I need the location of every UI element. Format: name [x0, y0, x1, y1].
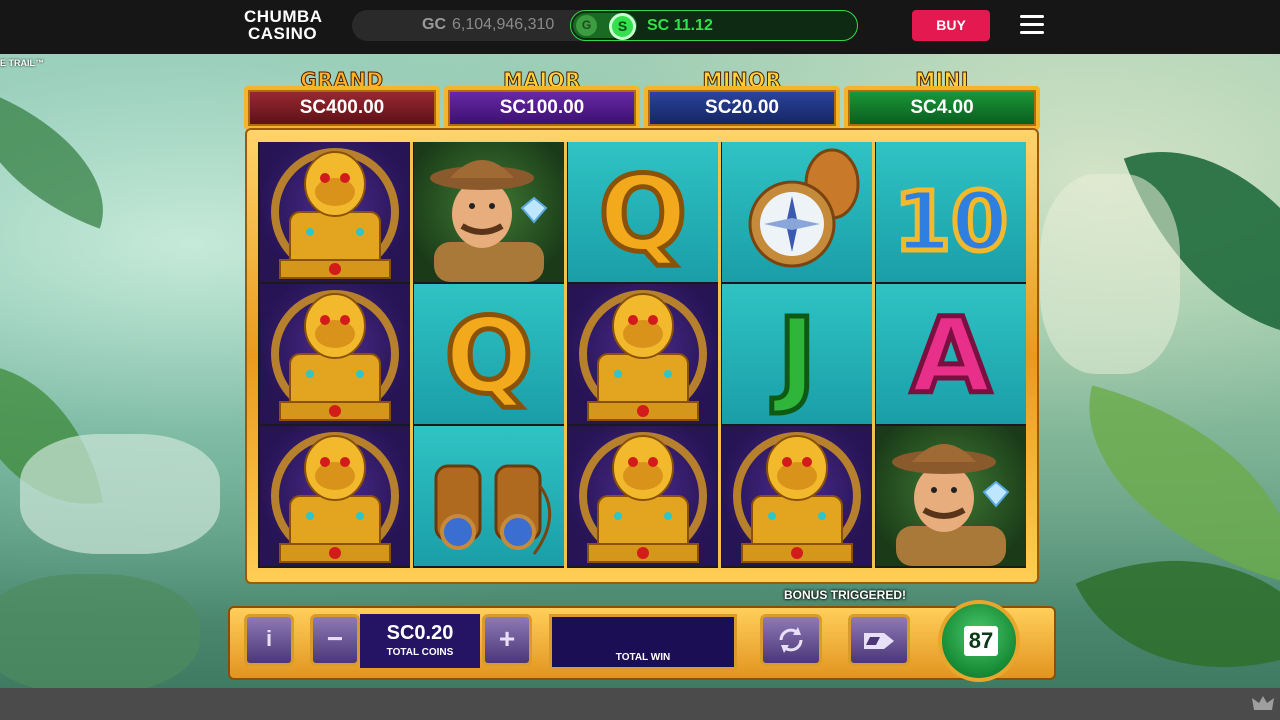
- reel-divider: [410, 142, 413, 568]
- reel-symbol-compass: [722, 142, 872, 282]
- reel-divider: [718, 142, 721, 568]
- total-coins-display: SC0.20 TOTAL COINS: [360, 614, 480, 668]
- reel-divider: [872, 142, 875, 568]
- sweeps-coin-icon: S: [609, 13, 636, 40]
- reel-symbol-J: J: [722, 284, 872, 424]
- jackpot-minor: MINOR SC20.00: [644, 68, 840, 130]
- balance-display: GC 6,104,946,310 G S SC 11.12: [352, 10, 858, 41]
- reel-symbol-Q: Q: [414, 284, 564, 424]
- reels-grid[interactable]: Q Q J 10 A: [258, 142, 1026, 568]
- reel-symbol-monkey-idol: [568, 426, 718, 566]
- turbo-icon: [864, 633, 894, 649]
- currency-toggle[interactable]: G S: [573, 13, 637, 40]
- sc-balance-text: SC 11.12: [647, 17, 713, 35]
- info-button[interactable]: i: [244, 614, 294, 666]
- binoculars-icon: [434, 464, 552, 555]
- bottom-bar: [0, 688, 1280, 720]
- reel-divider: [564, 142, 567, 568]
- crown-icon[interactable]: [1252, 694, 1274, 712]
- monkey-idol-icon: [733, 432, 861, 563]
- gold-coin-balance: GC 6,104,946,310: [422, 16, 554, 34]
- autoplay-button[interactable]: [760, 614, 822, 666]
- svg-text:Q: Q: [599, 153, 687, 275]
- buy-button[interactable]: BUY: [912, 10, 990, 41]
- jackpot-mini: MINI SC4.00: [844, 68, 1040, 130]
- spins-remaining-value: 87: [964, 626, 998, 656]
- sweeps-coin-balance: G S SC 11.12: [570, 10, 858, 41]
- turbo-button[interactable]: [848, 614, 910, 666]
- monkey-idol-icon: [271, 148, 399, 279]
- reel-symbol-monkey-idol: [260, 284, 410, 424]
- gc-value: 6,104,946,310: [452, 16, 555, 33]
- reel-symbol-explorer: [414, 142, 564, 282]
- monkey-idol-icon: [579, 290, 707, 421]
- reel-symbol-10: 10: [876, 142, 1026, 282]
- gold-coin-icon: G: [576, 15, 597, 36]
- increase-bet-button[interactable]: +: [482, 614, 532, 666]
- logo-line-2: CASINO: [248, 24, 318, 43]
- compass-icon: [748, 148, 860, 268]
- svg-text:10: 10: [894, 175, 1008, 270]
- game-title-fragment: E TRAIL™: [0, 58, 44, 68]
- svg-text:Q: Q: [445, 295, 533, 417]
- top-bar: CHUMBA CASINO GC 6,104,946,310 G S SC 11.…: [0, 0, 1280, 54]
- J-icon: J: [769, 293, 819, 420]
- A-icon: A: [908, 293, 994, 420]
- decrease-bet-button[interactable]: −: [310, 614, 360, 666]
- gc-label: GC: [422, 16, 446, 33]
- monkey-idol-icon: [579, 432, 707, 563]
- jackpot-minor-value: SC20.00: [644, 86, 840, 130]
- bonus-triggered-message: BONUS TRIGGERED!: [784, 588, 907, 602]
- sc-value: 11.12: [673, 17, 713, 34]
- Q-icon: Q: [596, 151, 689, 278]
- reel-symbol-explorer: [876, 426, 1026, 566]
- jackpot-major: MAJOR SC100.00: [444, 68, 640, 130]
- hamburger-menu-icon[interactable]: [1018, 12, 1046, 38]
- total-coins-value: SC0.20: [386, 622, 454, 644]
- reel-symbol-binoculars: [414, 426, 564, 566]
- free-spins-counter[interactable]: 87: [938, 600, 1020, 682]
- jackpot-mini-value: SC4.00: [844, 86, 1040, 130]
- svg-text:A: A: [911, 295, 992, 417]
- svg-text:J: J: [772, 295, 817, 417]
- total-coins-label: TOTAL COINS: [386, 647, 454, 658]
- chumba-casino-logo[interactable]: CHUMBA CASINO: [244, 8, 334, 46]
- Q-icon: Q: [442, 293, 535, 420]
- logo-line-1: CHUMBA: [244, 7, 323, 26]
- total-win-label: TOTAL WIN: [615, 652, 671, 663]
- reel-symbol-monkey-idol: [260, 142, 410, 282]
- total-win-display: TOTAL WIN: [549, 614, 737, 670]
- 10-icon: 10: [891, 173, 1010, 273]
- autoplay-icon: [779, 627, 803, 653]
- reel-symbol-monkey-idol: [722, 426, 872, 566]
- explorer-icon: [892, 444, 1010, 566]
- reel-symbol-monkey-idol: [260, 426, 410, 566]
- jackpot-grand-value: SC400.00: [244, 86, 440, 130]
- reel-symbol-A: A: [876, 284, 1026, 424]
- monkey-idol-icon: [271, 432, 399, 563]
- sc-label: SC: [647, 17, 670, 34]
- monkey-idol-icon: [271, 290, 399, 421]
- jackpot-major-value: SC100.00: [444, 86, 640, 130]
- reel-symbol-Q: Q: [568, 142, 718, 282]
- jackpot-grand: GRAND SC400.00: [244, 68, 440, 130]
- reel-symbol-monkey-idol: [568, 284, 718, 424]
- explorer-icon: [430, 160, 548, 282]
